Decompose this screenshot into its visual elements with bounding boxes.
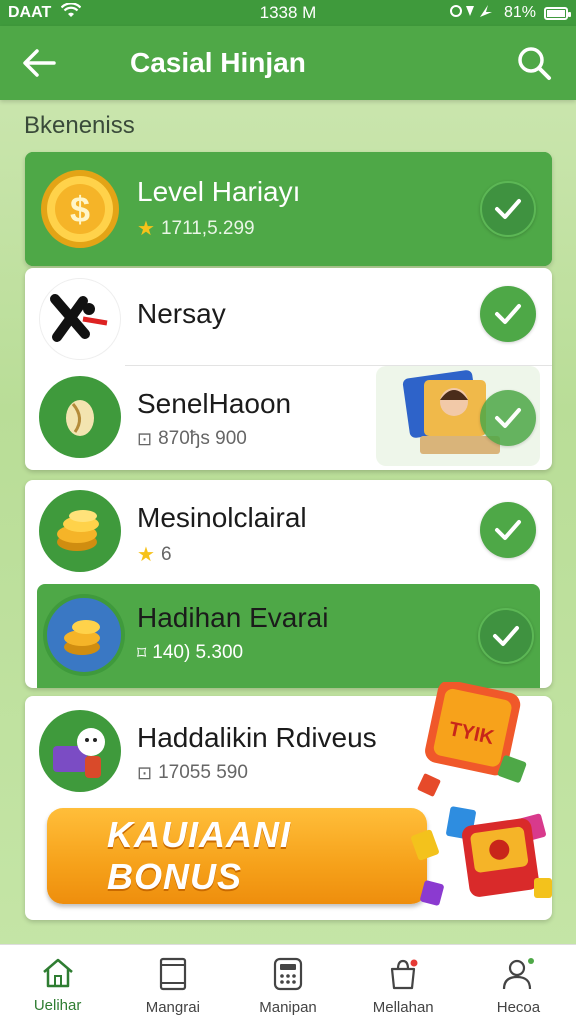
list-item[interactable]: Hadihan Evarai ⌑ 140) 5.300: [37, 584, 540, 688]
check-button[interactable]: [480, 390, 536, 446]
item-value: 140) 5.300: [152, 642, 244, 663]
search-icon: [518, 47, 551, 80]
battery-icon: [544, 6, 571, 20]
bean-icon: [39, 376, 121, 458]
home-icon: [42, 958, 73, 988]
page-title: Casial Hinjan: [130, 47, 306, 78]
checkmark-icon: [495, 304, 521, 324]
reward-card-4: Haddalikin Rdiveus ⊡ 17055 590 KAUIAANI B…: [25, 680, 552, 920]
bag-icon: [391, 959, 418, 990]
coin-icon: $: [39, 168, 121, 250]
nav-item-manipan[interactable]: Manipan: [230, 945, 345, 1024]
check-button[interactable]: [480, 181, 536, 237]
bonus-button-label: KAUIAANI BONUS: [107, 814, 291, 897]
back-button[interactable]: [22, 43, 62, 83]
gift-icon: ⊡: [137, 428, 153, 449]
star-icon: ★: [137, 218, 155, 240]
gift-boxes-illustration: TYIK: [408, 680, 558, 918]
item-value: 1711,5.299: [160, 217, 255, 239]
check-button[interactable]: [478, 608, 534, 664]
gift-icon: ⊡: [137, 762, 153, 783]
list-item[interactable]: Mesinolclairal ★ 6: [25, 480, 552, 582]
section-title: Bkeneniss: [24, 112, 135, 139]
nav-item-profile[interactable]: Hecoa: [461, 945, 576, 1024]
brand-logo-icon: [39, 278, 121, 360]
list-item[interactable]: Nersay: [25, 268, 552, 364]
item-name: Haddalikin Rdiveus: [137, 722, 377, 753]
list-item[interactable]: $ Level Hariayı ★ 1711,5.299: [25, 152, 552, 266]
tablet-icon: [159, 957, 186, 991]
tag-icon: ⌑: [137, 642, 147, 663]
battery-percent: 81%: [503, 4, 536, 21]
checkmark-icon: [495, 199, 521, 219]
nav-label: Uelihar: [33, 997, 82, 1014]
checkmark-icon: [493, 626, 519, 646]
nav-label: Hecoa: [496, 999, 541, 1016]
nav-label: Manipan: [259, 999, 317, 1016]
bottom-nav: Uelihar Mangrai Manipan Mellahan Hecoa: [0, 944, 576, 1024]
reward-card-2: Nersay SenelHaoon ⊡ 870ђs 900: [25, 268, 552, 470]
svg-text:$: $: [70, 189, 90, 230]
nav-item-mangrai[interactable]: Mangrai: [115, 945, 230, 1024]
calculator-icon: [273, 957, 303, 991]
check-button[interactable]: [480, 502, 536, 558]
status-time: 1338 M: [259, 3, 317, 22]
arrow-left-icon: [23, 49, 56, 77]
coins-icon: [43, 594, 125, 676]
person-icon: [503, 958, 535, 990]
coins-icon: [39, 490, 121, 572]
item-name: Mesinolclairal: [137, 502, 307, 533]
item-name: Hadihan Evarai: [137, 602, 329, 633]
app-header: Casial Hinjan: [0, 26, 576, 100]
wifi-icon: [60, 1, 82, 24]
nav-label: Mangrai: [145, 999, 200, 1016]
reward-card-3: Mesinolclairal ★ 6 Hadihan Evarai ⌑ 140) 5…: [25, 480, 552, 688]
carrier-label: DAAT: [8, 4, 52, 21]
item-name: Level Hariayı: [137, 176, 301, 207]
checkmark-icon: [495, 408, 521, 428]
mascot-icon: [39, 710, 121, 792]
star-icon: ★: [137, 544, 155, 566]
reward-card-1: $ Level Hariayı ★ 1711,5.299: [25, 152, 552, 266]
nav-item-home[interactable]: Uelihar: [0, 945, 115, 1024]
list-item[interactable]: SenelHaoon ⊡ 870ђs 900: [25, 366, 552, 470]
check-button[interactable]: [480, 286, 536, 342]
status-bar: DAAT 1338 M 81%: [0, 0, 576, 26]
item-name: SenelHaoon: [137, 388, 292, 419]
signal-icon: [449, 3, 496, 24]
item-name: Nersay: [137, 298, 226, 329]
item-value: 870ђs 900: [158, 428, 247, 449]
item-value: 6: [160, 543, 172, 565]
nav-item-mellahan[interactable]: Mellahan: [346, 945, 461, 1024]
bonus-button[interactable]: KAUIAANI BONUS: [47, 808, 427, 904]
nav-label: Mellahan: [372, 999, 434, 1016]
checkmark-icon: [495, 520, 521, 540]
item-value: 17055 590: [158, 762, 248, 783]
search-button[interactable]: [514, 43, 554, 83]
